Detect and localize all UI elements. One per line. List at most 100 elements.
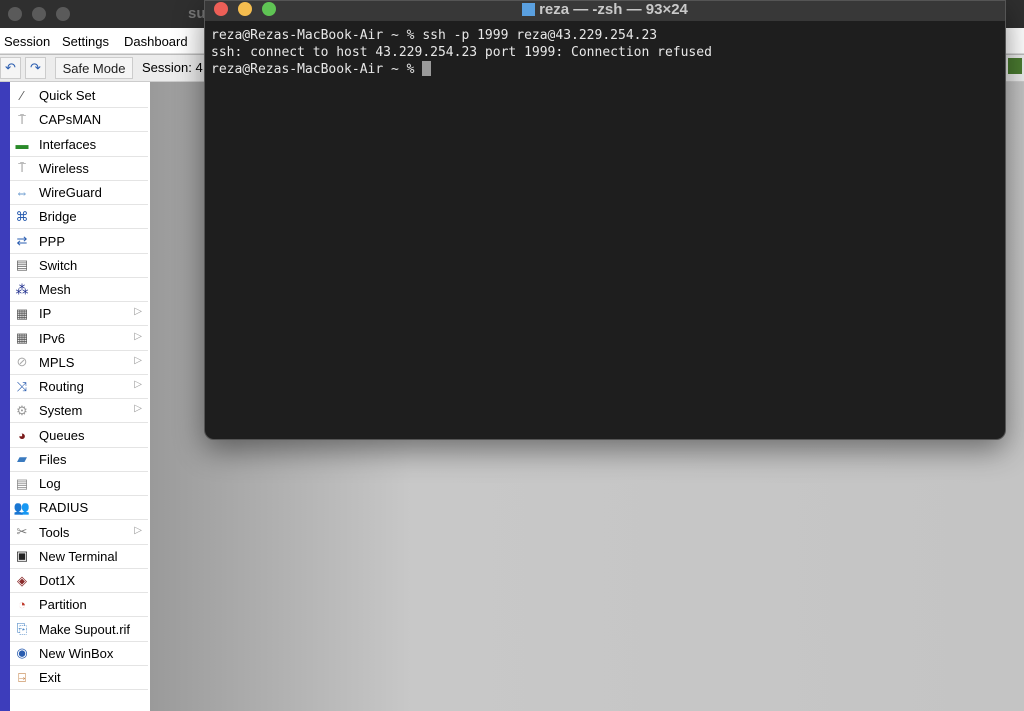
submenu-arrow-icon: ▷ bbox=[134, 524, 142, 536]
sidebar-item-label: Quick Set bbox=[39, 88, 96, 103]
supout-icon: ⎘ bbox=[16, 621, 28, 636]
sidebar-item-make-supout-rif[interactable]: ⎘ Make Supout.rif bbox=[10, 618, 148, 642]
folder-icon: ▰ bbox=[17, 451, 27, 467]
sidebar-item-partition[interactable]: ◔ Partition bbox=[10, 593, 148, 618]
wireless-icon: ⍑ bbox=[18, 160, 26, 176]
mesh-icon: ⁂ bbox=[15, 281, 29, 297]
sidebar-item-new-winbox[interactable]: ◉ New WinBox bbox=[10, 642, 148, 666]
sidebar-item-label: PPP bbox=[39, 233, 66, 249]
ipv6-icon: ▦ bbox=[15, 330, 29, 345]
routing-icon: ⤨ bbox=[16, 378, 28, 394]
sidebar-item-label: System bbox=[39, 403, 83, 419]
terminal-icon: ▣ bbox=[15, 548, 29, 564]
sidebar-item-label: MPLS bbox=[39, 354, 75, 370]
status-indicator bbox=[1008, 58, 1022, 74]
sidebar: ⁄ Quick Set ⍑ CAPsMAN ▬ Interfaces ⍑ Wireless ⇔ W… bbox=[10, 82, 150, 711]
sidebar-item-label: RADIUS bbox=[39, 500, 89, 516]
sidebar-item-ppp[interactable]: ⇄ PPP bbox=[10, 230, 148, 254]
sidebar-item-wireguard[interactable]: ⇔ WireGuard bbox=[10, 181, 148, 205]
sidebar-item-label: New Terminal bbox=[39, 548, 118, 564]
menu-settings[interactable]: Settings bbox=[62, 34, 109, 49]
submenu-arrow-icon: ▷ bbox=[134, 379, 142, 390]
sidebar-item-bridge[interactable]: ⌘ Bridge bbox=[10, 205, 148, 230]
terminal-title: reza — -zsh — 93×24 bbox=[539, 1, 688, 18]
sidebar-item-label: Interfaces bbox=[39, 136, 97, 152]
sidebar-item-routing[interactable]: ⤨ Routing ▷ bbox=[10, 375, 148, 399]
ip-icon: ▦ bbox=[15, 305, 29, 321]
exit-icon: ⍈ bbox=[18, 669, 26, 685]
close-button[interactable] bbox=[8, 7, 22, 21]
sidebar-item-mesh[interactable]: ⁂ Mesh bbox=[10, 278, 148, 302]
terminal-window[interactable]: reza — -zsh — 93×24 reza@Rezas-MacBook-A… bbox=[204, 0, 1006, 440]
sidebar-item-label: Bridge bbox=[39, 209, 77, 225]
mpls-icon: ⊘ bbox=[16, 354, 28, 370]
sidebar-item-label: Tools bbox=[39, 524, 70, 540]
sidebar-item-files[interactable]: ▰ Files bbox=[10, 448, 148, 472]
winbox-title: su bbox=[188, 5, 206, 22]
sidebar-item-interfaces[interactable]: ▬ Interfaces bbox=[10, 133, 148, 157]
dot1x-icon: ◈ bbox=[17, 572, 27, 588]
gear-icon: ⚙ bbox=[16, 402, 28, 418]
menu-dashboard[interactable]: Dashboard bbox=[124, 34, 188, 49]
sidebar-item-label: WireGuard bbox=[39, 185, 102, 200]
sidebar-item-quick-set[interactable]: ⁄ Quick Set bbox=[10, 84, 148, 108]
wand-icon: ⁄ bbox=[20, 88, 24, 103]
sidebar-item-label: IP bbox=[39, 306, 52, 322]
switch-icon: ▤ bbox=[15, 257, 29, 273]
winbox-icon: ◉ bbox=[16, 645, 28, 661]
sidebar-item-queues[interactable]: ◕ Queues bbox=[10, 424, 148, 448]
cursor bbox=[422, 61, 432, 76]
terminal-line: ssh: connect to host 43.229.254.23 port … bbox=[211, 45, 712, 60]
sidebar-item-radius[interactable]: 👥 RADIUS bbox=[10, 496, 148, 521]
sidebar-item-ipv6[interactable]: ▦ IPv6 ▷ bbox=[10, 327, 148, 351]
sidebar-item-label: Files bbox=[39, 451, 67, 467]
queues-icon: ◕ bbox=[18, 427, 26, 443]
terminal-output[interactable]: reza@Rezas-MacBook-Air ~ % ssh -p 1999 r… bbox=[205, 21, 1005, 78]
sidebar-item-label: Mesh bbox=[39, 282, 71, 297]
submenu-arrow-icon: ▷ bbox=[134, 403, 142, 415]
sidebar-item-label: Dot1X bbox=[39, 573, 76, 588]
close-button[interactable] bbox=[214, 2, 228, 16]
sidebar-item-capsman[interactable]: ⍑ CAPsMAN bbox=[10, 108, 148, 133]
sidebar-item-exit[interactable]: ⍈ Exit bbox=[10, 666, 148, 690]
minimize-button[interactable] bbox=[238, 2, 252, 16]
ppp-icon: ⇄ bbox=[16, 233, 28, 248]
sidebar-item-ip[interactable]: ▦ IP ▷ bbox=[10, 302, 148, 327]
sidebar-item-label: CAPsMAN bbox=[39, 112, 102, 128]
safe-mode-button[interactable]: Safe Mode bbox=[55, 57, 133, 79]
menu-session[interactable]: Session bbox=[4, 34, 50, 49]
undo-icon: ↶ bbox=[5, 60, 16, 75]
sidebar-item-system[interactable]: ⚙ System ▷ bbox=[10, 399, 148, 424]
wireguard-icon: ⇔ bbox=[15, 185, 29, 200]
sidebar-item-label: Log bbox=[39, 476, 61, 491]
session-label: Session: 4 bbox=[142, 60, 203, 75]
zoom-button[interactable] bbox=[262, 2, 276, 16]
sidebar-item-label: Routing bbox=[39, 379, 84, 394]
submenu-arrow-icon: ▷ bbox=[134, 306, 142, 318]
sidebar-item-wireless[interactable]: ⍑ Wireless bbox=[10, 157, 148, 181]
sidebar-item-mpls[interactable]: ⊘ MPLS ▷ bbox=[10, 351, 148, 375]
sidebar-item-new-terminal[interactable]: ▣ New Terminal bbox=[10, 545, 148, 569]
sidebar-item-label: Partition bbox=[39, 597, 87, 613]
sidebar-item-log[interactable]: ▤ Log bbox=[10, 472, 148, 496]
terminal-prompt: reza@Rezas-MacBook-Air ~ % bbox=[211, 62, 423, 77]
antenna-icon: ⍑ bbox=[18, 111, 26, 127]
terminal-line: reza@Rezas-MacBook-Air ~ % ssh -p 1999 r… bbox=[211, 28, 658, 43]
redo-icon: ↷ bbox=[30, 60, 41, 75]
partition-icon: ◔ bbox=[18, 597, 26, 613]
sidebar-strip bbox=[0, 82, 10, 711]
submenu-arrow-icon: ▷ bbox=[134, 354, 142, 366]
terminal-title-bar: reza — -zsh — 93×24 bbox=[205, 1, 1005, 21]
bridge-icon: ⌘ bbox=[15, 208, 29, 224]
sidebar-item-dot1x[interactable]: ◈ Dot1X bbox=[10, 569, 148, 593]
radius-icon: 👥 bbox=[13, 499, 31, 515]
sidebar-item-switch[interactable]: ▤ Switch bbox=[10, 254, 148, 278]
zoom-button[interactable] bbox=[56, 7, 70, 21]
sidebar-item-label: New WinBox bbox=[39, 645, 114, 661]
undo-button[interactable]: ↶ bbox=[0, 57, 21, 79]
log-icon: ▤ bbox=[15, 475, 29, 491]
sidebar-item-label: Wireless bbox=[39, 160, 89, 176]
sidebar-item-tools[interactable]: ✂ Tools ▷ bbox=[10, 521, 148, 545]
minimize-button[interactable] bbox=[32, 7, 46, 21]
redo-button[interactable]: ↷ bbox=[25, 57, 46, 79]
